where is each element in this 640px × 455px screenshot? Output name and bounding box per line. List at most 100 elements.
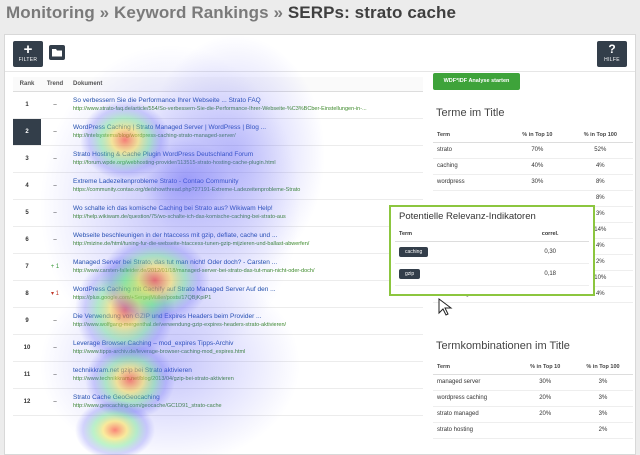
rank-cell: 10 [13, 334, 41, 362]
table-row: wordpress 30% 8% [433, 174, 633, 191]
page-title: Monitoring » Keyword Rankings » SERPs: s… [6, 3, 456, 23]
relevanz-indikatoren-popup: Potentielle Relevanz-Indikatoren Term co… [389, 205, 595, 296]
document-title-link[interactable]: So verbessern Sie die Performance Ihrer … [73, 97, 419, 104]
document-url: https://community.contao.org/de/showthre… [73, 187, 301, 193]
column-header-top100: % in Top 100 [572, 361, 633, 375]
document-url: http://www.wolfgang-mergenthal.de/verwen… [73, 322, 287, 328]
table-row[interactable]: 7 + 1 Managed Server bei Strato, das tut m… [13, 253, 423, 281]
table-row[interactable]: 5– Wo schalte ich das komische Caching be… [13, 199, 423, 227]
rank-cell: 4 [13, 172, 41, 200]
rank-cell: 5 [13, 199, 41, 227]
term-tag[interactable]: gzip [399, 269, 421, 279]
column-header-term: Term [433, 361, 518, 375]
percent-cell: 20% [517, 406, 573, 423]
folder-button[interactable] [49, 45, 65, 60]
percent-cell: 40% [507, 158, 568, 175]
percent-cell: 8% [567, 174, 633, 191]
breadcrumb: Monitoring » Keyword Rankings » [6, 3, 288, 22]
document-title-link[interactable]: Webseite beschleunigen in der htaccess m… [73, 232, 419, 239]
table-row[interactable]: 6– Webseite beschleunigen in der htaccess… [13, 226, 423, 254]
document-url: http://www.carsten-falleider.de/2012/01/… [73, 268, 315, 274]
table-row[interactable]: 8 ▾ 1 WordPress Caching mit Cachify auf St… [13, 280, 423, 308]
table-row[interactable]: 10– Leverage Browser Caching – mod_expire… [13, 334, 423, 362]
term-cell: caching [433, 158, 508, 175]
percent-cell [507, 190, 568, 207]
table-row: gzip 0,18 [395, 263, 589, 286]
term-cell: wordpress [433, 174, 508, 191]
term-cell: strato hosting [433, 422, 518, 439]
document-title-link[interactable]: WordPress Caching | Strato Managed Serve… [73, 124, 419, 131]
help-button[interactable]: ? HILFE [597, 41, 627, 67]
table-row[interactable]: 9– Die Verwendung von GZIP und Expires He… [13, 307, 423, 335]
document-cell: Wo schalte ich das komische Caching bei … [69, 199, 423, 227]
trend-cell: – [41, 91, 69, 119]
table-row[interactable]: 3– Strato Hosting & Cache Plugin WordPres… [13, 145, 423, 173]
percent-cell: 30% [507, 174, 568, 191]
question-icon: ? [608, 42, 616, 56]
trend-cell: – [41, 226, 69, 254]
document-cell: Managed Server bei Strato, das tut man n… [69, 253, 423, 281]
trend-cell: – [41, 307, 69, 335]
rank-cell: 11 [13, 361, 41, 389]
wdf-idf-analyse-button[interactable]: WDF*IDF Analyse starten [433, 73, 520, 90]
column-header-trend[interactable]: Trend [41, 77, 69, 92]
document-title-link[interactable]: Extreme Ladezeitenprobleme Strato - Cont… [73, 178, 419, 185]
filter-button[interactable]: + FILTER [13, 41, 43, 67]
document-cell: Strato Hosting & Cache Plugin WordPress … [69, 145, 423, 173]
percent-cell: 52% [567, 142, 633, 159]
column-header-document[interactable]: Dokument [69, 77, 423, 92]
term-tag[interactable]: caching [399, 247, 429, 257]
ranking-table: Rank Trend Dokument 1– So verbessern Sie … [13, 77, 423, 416]
document-cell: WordPress Caching | Strato Managed Serve… [69, 118, 423, 146]
document-title-link[interactable]: Die Verwendung von GZIP und Expires Head… [73, 313, 419, 320]
rank-cell: 2 [13, 118, 41, 146]
term-cell: strato managed [433, 406, 518, 423]
document-cell: So verbessern Sie die Performance Ihrer … [69, 91, 423, 119]
trend-cell: – [41, 118, 69, 146]
table-row: wordpress caching 20% 3% [433, 390, 633, 407]
document-cell: Die Verwendung von GZIP und Expires Head… [69, 307, 423, 335]
document-title-link[interactable]: Strato Hosting & Cache Plugin WordPress … [73, 151, 419, 158]
document-cell: WordPress Caching mit Cachify auf Strato… [69, 280, 423, 308]
percent-cell: 2% [572, 422, 633, 439]
document-title-link[interactable]: Managed Server bei Strato, das tut man n… [73, 259, 419, 266]
toolbar-divider [5, 71, 635, 72]
column-header-top100: % in Top 100 [567, 129, 633, 143]
table-row: strato hosting 2% [433, 422, 633, 439]
term-cell: strato [433, 142, 508, 159]
document-url: http://www.tipps-archiv.de/leverage-brow… [73, 349, 246, 355]
document-title-link[interactable]: technikkram.net gzip bei Strato aktivier… [73, 367, 419, 374]
trend-cell: – [41, 388, 69, 416]
table-row[interactable]: 4– Extreme Ladezeitenprobleme Strato - Co… [13, 172, 423, 200]
correl-cell: 0,30 [511, 241, 589, 264]
document-cell: Webseite beschleunigen in der htaccess m… [69, 226, 423, 254]
filter-button-label: FILTER [18, 57, 38, 63]
column-header-top10: % in Top 10 [517, 361, 573, 375]
document-url: http://intelsystems/blog/wordpress-cachi… [73, 133, 236, 139]
document-title-link[interactable]: Wo schalte ich das komische Caching bei … [73, 205, 419, 212]
table-row[interactable]: 12– Strato Cache GeoGeocaching http://www.… [13, 388, 423, 416]
rank-cell: 1 [13, 91, 41, 119]
table-row[interactable]: 2– WordPress Caching | Strato Managed Ser… [13, 118, 423, 146]
trend-cell: – [41, 334, 69, 362]
column-header-rank[interactable]: Rank [13, 77, 41, 92]
trend-cell: – [41, 145, 69, 173]
mouse-cursor-icon [438, 298, 453, 316]
correl-cell: 0,18 [511, 263, 589, 286]
table-row: caching 40% 4% [433, 158, 633, 175]
document-title-link[interactable]: Strato Cache GeoGeocaching [73, 394, 419, 401]
document-title-link[interactable]: Leverage Browser Caching – mod_expires T… [73, 340, 419, 347]
document-url: http://www.geocaching.com/geocache/GC1D9… [73, 403, 222, 409]
ranking-table-header: Rank Trend Dokument [13, 77, 423, 92]
document-title-link[interactable]: WordPress Caching mit Cachify auf Strato… [73, 286, 419, 293]
table-row[interactable]: 11– technikkram.net gzip bei Strato aktiv… [13, 361, 423, 389]
percent-cell: 8% [567, 190, 633, 207]
document-cell: Strato Cache GeoGeocaching http://www.geo… [69, 388, 423, 416]
folder-icon [52, 49, 62, 57]
page-title-keyword: SERPs: strato cache [287, 3, 457, 22]
table-row: 8% [433, 190, 633, 207]
termkombinationen-table: Term % in Top 10 % in Top 100 managed se… [433, 361, 633, 439]
term-cell: managed server [433, 374, 518, 391]
table-row[interactable]: 1– So verbessern Sie die Performance Ihre… [13, 91, 423, 119]
column-header-term: Term [433, 129, 508, 143]
